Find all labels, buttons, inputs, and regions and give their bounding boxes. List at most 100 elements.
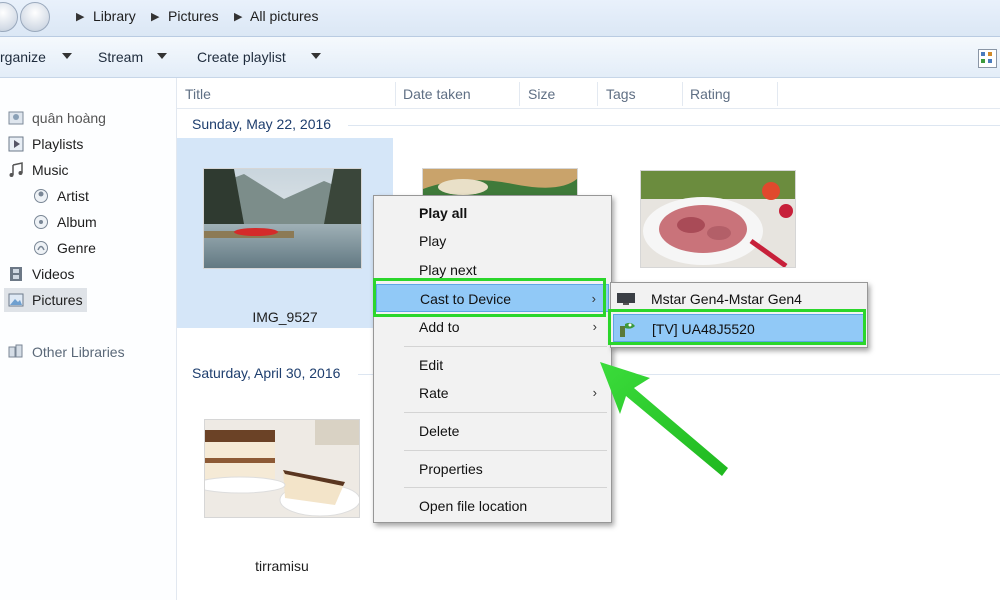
group-header-date[interactable]: Sunday, May 22, 2016 bbox=[192, 116, 331, 132]
playlist-icon bbox=[8, 136, 24, 152]
menu-item-play-all[interactable]: Play all bbox=[376, 199, 609, 227]
breadcrumb-pictures[interactable]: Pictures bbox=[168, 8, 219, 24]
film-icon bbox=[10, 267, 22, 281]
sidebar-item-artist[interactable]: Artist bbox=[33, 184, 89, 208]
monitor-icon bbox=[617, 293, 635, 305]
device-item-tv[interactable]: [TV] UA48J5520 bbox=[613, 314, 865, 342]
menu-item-rate[interactable]: Rate › bbox=[376, 379, 609, 407]
menu-item-label: Play bbox=[419, 233, 447, 249]
sidebar-item-label: Artist bbox=[57, 188, 89, 204]
photo-caption: IMG_9527 bbox=[252, 309, 318, 325]
photo-thumbnail-meat[interactable] bbox=[640, 170, 796, 268]
column-divider[interactable] bbox=[682, 82, 683, 106]
sidebar-item-videos[interactable]: Videos bbox=[8, 262, 75, 286]
sidebar-item-label: Pictures bbox=[32, 292, 83, 308]
column-divider[interactable] bbox=[395, 82, 396, 106]
picture-icon bbox=[8, 293, 24, 307]
column-divider[interactable] bbox=[519, 82, 520, 106]
menu-item-label: Open file location bbox=[419, 498, 528, 514]
menu-item-label: Edit bbox=[419, 357, 444, 373]
menu-item-delete[interactable]: Delete bbox=[376, 417, 609, 445]
stream-menu[interactable]: Stream bbox=[98, 49, 143, 65]
artist-icon bbox=[34, 189, 48, 203]
menu-item-label: Properties bbox=[419, 461, 483, 477]
column-rating[interactable]: Rating bbox=[690, 86, 730, 102]
create-playlist-menu[interactable]: Create playlist bbox=[197, 49, 286, 65]
cast-submenu: Mstar Gen4-Mstar Gen4 [TV] UA48J5520 bbox=[610, 282, 868, 348]
column-header-row: Title Date taken Size Tags Rating bbox=[177, 80, 1000, 109]
device-label: [TV] UA48J5520 bbox=[652, 321, 755, 337]
forward-button[interactable] bbox=[20, 2, 50, 32]
sidebar-item-label: Other Libraries bbox=[32, 344, 125, 360]
menu-item-label: Cast to Device bbox=[420, 291, 512, 307]
photo-thumbnail-food[interactable] bbox=[422, 168, 578, 198]
create-playlist-dropdown-icon[interactable] bbox=[311, 53, 321, 59]
breadcrumb-all-pictures[interactable]: All pictures bbox=[250, 8, 318, 24]
tiramisu-image bbox=[205, 420, 359, 517]
stream-dropdown-icon[interactable] bbox=[157, 53, 167, 59]
sidebar-item-label: Music bbox=[32, 162, 69, 178]
food-image bbox=[423, 169, 577, 197]
device-item-mstar[interactable]: Mstar Gen4-Mstar Gen4 bbox=[613, 285, 865, 313]
breadcrumb-library[interactable]: Library bbox=[93, 8, 136, 24]
sidebar-item-user[interactable]: quân hoàng bbox=[8, 106, 106, 130]
menu-item-label: Add to bbox=[419, 319, 460, 335]
column-tags[interactable]: Tags bbox=[606, 86, 636, 102]
user-library-icon bbox=[8, 111, 24, 125]
sidebar-item-label: quân hoàng bbox=[32, 110, 106, 126]
menu-item-label: Play next bbox=[419, 262, 477, 278]
group-divider bbox=[358, 374, 373, 375]
column-divider[interactable] bbox=[597, 82, 598, 106]
menu-item-edit[interactable]: Edit bbox=[376, 351, 609, 379]
view-options-icon[interactable] bbox=[978, 49, 997, 68]
organize-menu[interactable]: rganize bbox=[0, 49, 46, 65]
menu-separator bbox=[404, 346, 607, 347]
navigation-pane: quân hoàng Playlists Music Artist Album … bbox=[0, 78, 177, 600]
other-libraries-icon bbox=[8, 344, 23, 358]
back-button[interactable] bbox=[0, 2, 18, 32]
sidebar-item-playlists[interactable]: Playlists bbox=[8, 132, 83, 156]
submenu-arrow-icon: › bbox=[592, 319, 597, 334]
genre-icon bbox=[34, 241, 48, 255]
organize-dropdown-icon[interactable] bbox=[62, 53, 72, 59]
menu-item-add-to[interactable]: Add to › bbox=[376, 313, 609, 341]
photo-thumbnail-lake[interactable] bbox=[203, 168, 362, 269]
breadcrumb-arrow-icon[interactable]: ▶ bbox=[234, 10, 242, 23]
annotation-arrow-icon bbox=[600, 362, 728, 476]
group-header-date[interactable]: Saturday, April 30, 2016 bbox=[192, 365, 340, 381]
menu-separator bbox=[404, 450, 607, 451]
toolbar: rganize Stream Create playlist bbox=[0, 37, 1000, 78]
menu-item-label: Play all bbox=[419, 205, 468, 221]
sidebar-item-album[interactable]: Album bbox=[33, 210, 97, 234]
device-label: Mstar Gen4-Mstar Gen4 bbox=[651, 291, 802, 307]
sidebar-item-label: Genre bbox=[57, 240, 96, 256]
sidebar-item-music[interactable]: Music bbox=[8, 158, 69, 182]
sidebar-item-pictures[interactable]: Pictures bbox=[4, 288, 87, 312]
menu-item-label: Rate bbox=[419, 385, 449, 401]
menu-item-play[interactable]: Play bbox=[376, 227, 609, 255]
photo-thumbnail-tiramisu[interactable] bbox=[204, 419, 360, 518]
music-note-icon bbox=[9, 162, 23, 177]
sidebar-item-genre[interactable]: Genre bbox=[33, 236, 96, 260]
breadcrumb-arrow-icon[interactable]: ▶ bbox=[76, 10, 84, 23]
context-menu: Play all Play Play next Cast to Device › … bbox=[373, 195, 612, 523]
menu-item-properties[interactable]: Properties bbox=[376, 455, 609, 483]
meat-image bbox=[641, 171, 795, 267]
sidebar-item-label: Videos bbox=[32, 266, 75, 282]
menu-item-cast-to-device[interactable]: Cast to Device › bbox=[376, 284, 609, 312]
sidebar-item-label: Playlists bbox=[32, 136, 84, 152]
sidebar-item-label: Album bbox=[57, 214, 97, 230]
breadcrumb-arrow-icon[interactable]: ▶ bbox=[151, 10, 159, 23]
photo-caption: tirramisu bbox=[255, 558, 309, 574]
column-title[interactable]: Title bbox=[185, 86, 211, 102]
menu-item-open-file-location[interactable]: Open file location bbox=[376, 492, 609, 520]
column-divider[interactable] bbox=[777, 82, 778, 106]
column-date-taken[interactable]: Date taken bbox=[403, 86, 471, 102]
menu-separator bbox=[404, 487, 607, 488]
sidebar-item-other-libraries[interactable]: Other Libraries bbox=[8, 340, 125, 364]
column-size[interactable]: Size bbox=[528, 86, 555, 102]
album-icon bbox=[34, 215, 48, 229]
menu-item-play-next[interactable]: Play next bbox=[376, 256, 609, 284]
media-renderer-icon bbox=[620, 322, 635, 337]
lake-image bbox=[204, 169, 361, 268]
